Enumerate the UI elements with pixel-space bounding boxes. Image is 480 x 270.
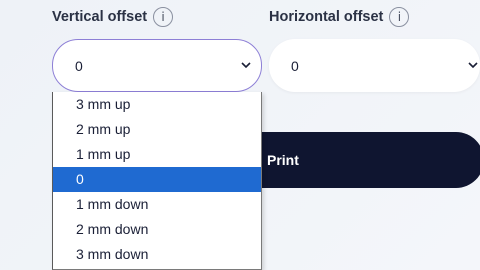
- vertical-offset-value: 0: [75, 57, 83, 74]
- dropdown-option[interactable]: 3 mm up: [53, 92, 261, 117]
- horizontal-offset-value: 0: [291, 57, 299, 74]
- info-icon[interactable]: i: [389, 7, 410, 27]
- dropdown-option[interactable]: 0: [53, 167, 261, 192]
- vertical-offset-select[interactable]: 0: [52, 39, 262, 92]
- vertical-offset-label: Vertical offset: [52, 9, 148, 25]
- chevron-down-icon: [241, 61, 251, 71]
- horizontal-offset-select[interactable]: 0: [269, 39, 480, 92]
- horizontal-offset-label-row: Horizontal offset i: [269, 7, 410, 27]
- info-icon[interactable]: i: [153, 7, 174, 27]
- dropdown-option[interactable]: 1 mm up: [53, 142, 261, 167]
- dropdown-option[interactable]: 2 mm down: [53, 217, 261, 242]
- horizontal-offset-label: Horizontal offset: [269, 9, 384, 25]
- dropdown-option[interactable]: 2 mm up: [53, 117, 261, 142]
- vertical-offset-label-row: Vertical offset i: [52, 7, 174, 27]
- print-button-label: Print: [267, 152, 299, 168]
- vertical-offset-dropdown-list: 3 mm up 2 mm up 1 mm up 0 1 mm down 2 mm down…: [52, 92, 262, 270]
- dropdown-option[interactable]: 1 mm down: [53, 192, 261, 217]
- chevron-down-icon: [468, 61, 478, 71]
- dropdown-option[interactable]: 3 mm down: [53, 242, 261, 267]
